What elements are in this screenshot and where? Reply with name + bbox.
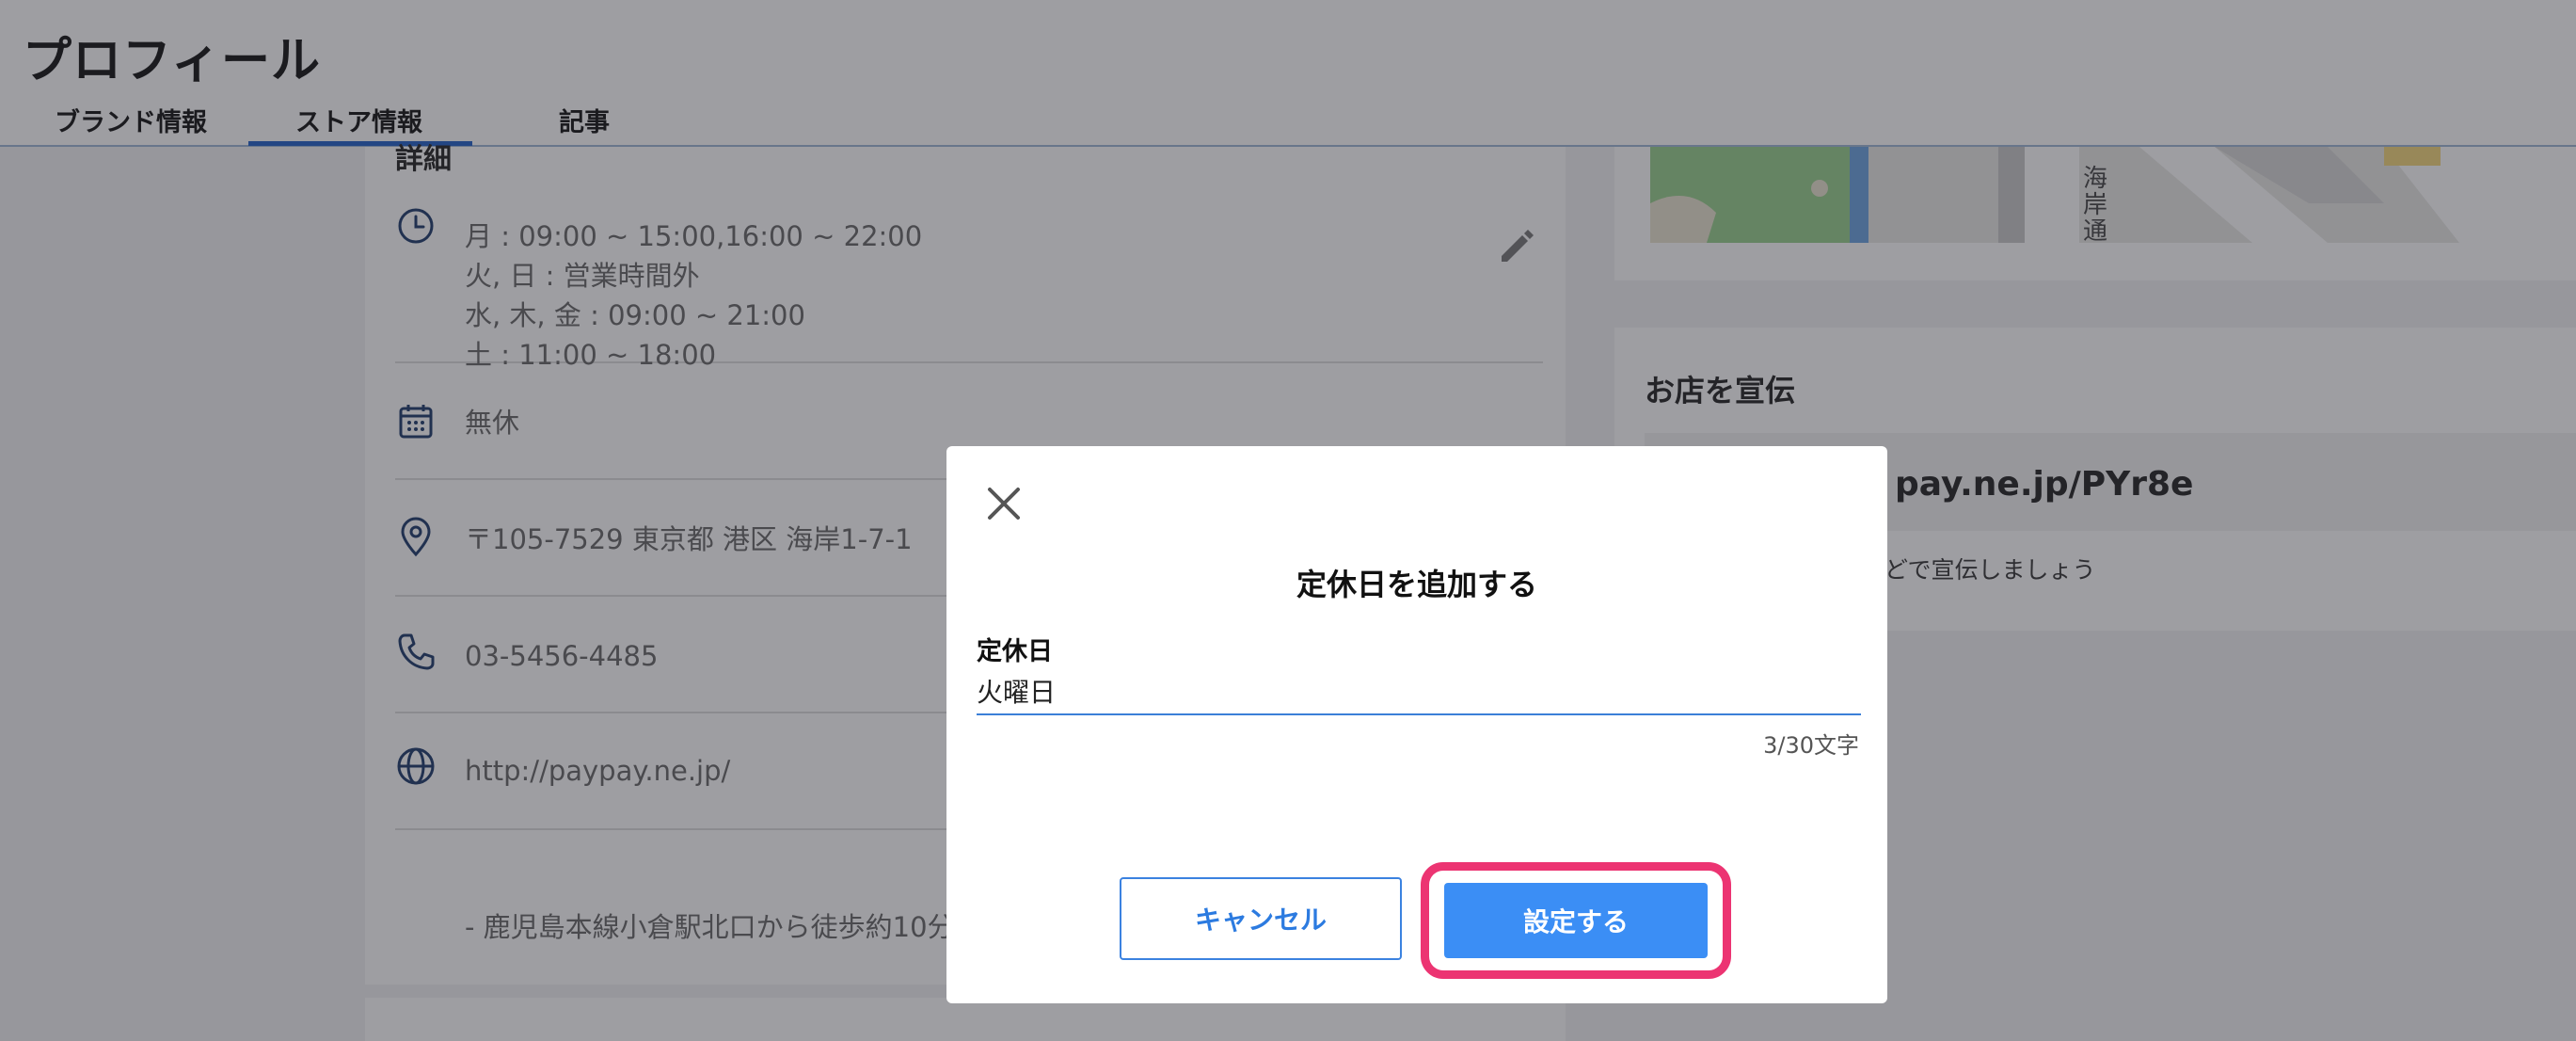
dialog-title: 定休日を追加する (1296, 567, 1537, 602)
close-icon[interactable] (977, 476, 1031, 531)
submit-button-highlight: 設定する (1421, 862, 1731, 979)
holiday-field-label: 定休日 (977, 637, 1053, 666)
submit-button[interactable]: 設定する (1444, 883, 1708, 958)
char-counter: 3/30文字 (1763, 732, 1859, 759)
holiday-input[interactable] (977, 668, 1861, 715)
add-holiday-dialog: 定休日を追加する 定休日 3/30文字 キャンセル 設定する (946, 446, 1887, 1003)
cancel-button[interactable]: キャンセル (1120, 877, 1402, 960)
